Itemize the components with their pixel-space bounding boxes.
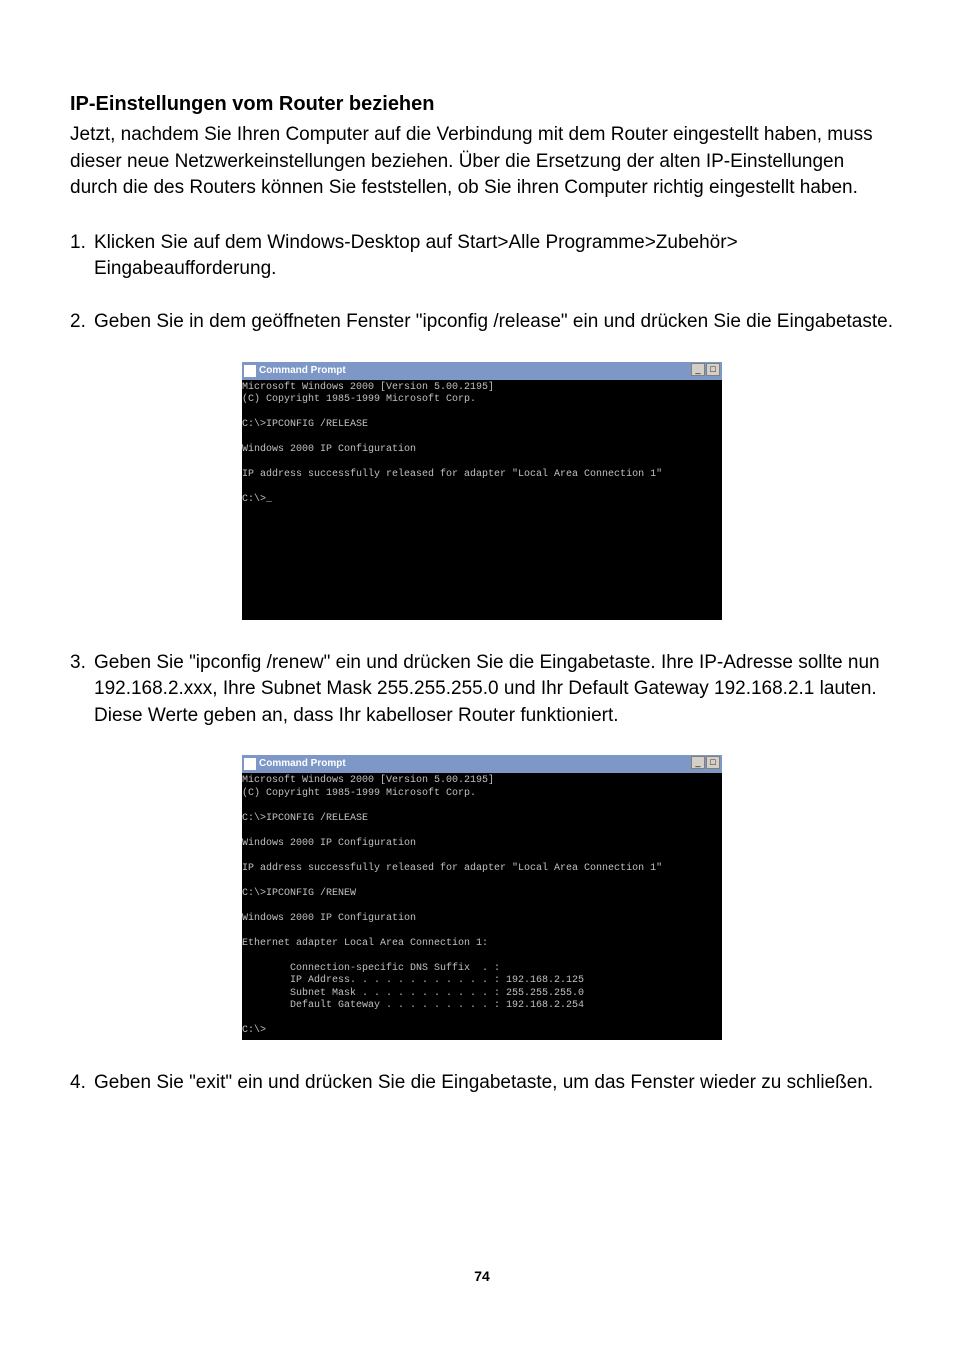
terminal-titlebar: Command Prompt _ □ <box>242 362 722 380</box>
step-1: 1. Klicken Sie auf dem Windows-Desktop a… <box>70 230 894 283</box>
page-number: 74 <box>70 1267 894 1287</box>
maximize-button[interactable]: □ <box>706 363 720 376</box>
terminal-body: Microsoft Windows 2000 [Version 5.00.219… <box>242 773 722 1040</box>
cmd-icon <box>244 758 256 770</box>
terminal-body: Microsoft Windows 2000 [Version 5.00.219… <box>242 380 722 620</box>
step-2-number: 2. <box>70 309 94 336</box>
terminal-screenshot-renew: Command Prompt _ □ Microsoft Windows 200… <box>242 755 722 1040</box>
step-4-text: Geben Sie "exit" ein und drücken Sie die… <box>94 1070 894 1097</box>
step-2: 2. Geben Sie in dem geöffneten Fenster "… <box>70 309 894 336</box>
minimize-button[interactable]: _ <box>691 756 705 769</box>
step-3-text: Geben Sie "ipconfig /renew" ein und drüc… <box>94 650 894 730</box>
step-3: 3. Geben Sie "ipconfig /renew" ein und d… <box>70 650 894 730</box>
step-4: 4. Geben Sie "exit" ein und drücken Sie … <box>70 1070 894 1097</box>
step-3-number: 3. <box>70 650 94 730</box>
minimize-button[interactable]: _ <box>691 363 705 376</box>
terminal-screenshot-release: Command Prompt _ □ Microsoft Windows 200… <box>242 362 722 620</box>
terminal-title: Command Prompt <box>259 364 346 378</box>
cmd-icon <box>244 365 256 377</box>
section-heading: IP-Einstellungen vom Router beziehen <box>70 90 894 118</box>
terminal-title: Command Prompt <box>259 757 346 771</box>
intro-paragraph: Jetzt, nachdem Sie Ihren Computer auf di… <box>70 122 894 202</box>
step-1-number: 1. <box>70 230 94 283</box>
window-controls: _ □ <box>691 363 720 376</box>
step-1-text: Klicken Sie auf dem Windows-Desktop auf … <box>94 230 894 283</box>
maximize-button[interactable]: □ <box>706 756 720 769</box>
step-2-text: Geben Sie in dem geöffneten Fenster "ipc… <box>94 309 894 336</box>
step-4-number: 4. <box>70 1070 94 1097</box>
window-controls: _ □ <box>691 756 720 769</box>
terminal-titlebar: Command Prompt _ □ <box>242 755 722 773</box>
